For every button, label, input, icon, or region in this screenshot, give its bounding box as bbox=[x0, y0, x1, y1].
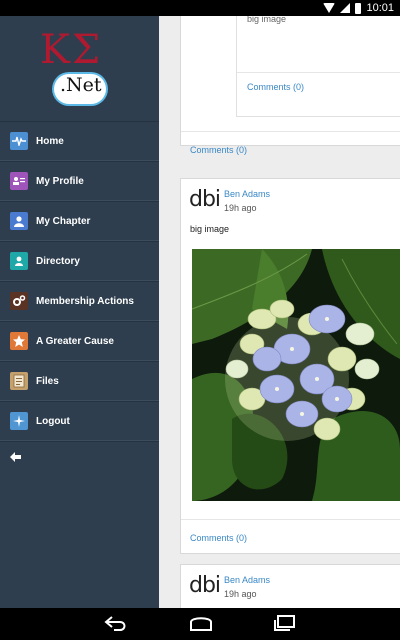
sidebar-item-label: My Chapter bbox=[36, 215, 91, 227]
recent-apps-button[interactable] bbox=[274, 614, 296, 637]
arrow-left-icon bbox=[10, 452, 21, 462]
sidebar: ΚΣ .Net Home My Profile My Chapter Direc… bbox=[0, 16, 159, 608]
home-button[interactable] bbox=[188, 614, 214, 637]
post-image[interactable] bbox=[192, 249, 400, 501]
person-icon bbox=[10, 212, 28, 230]
logo-letters: ΚΣ bbox=[40, 27, 103, 73]
system-navigation-bar bbox=[0, 608, 400, 640]
logo-subtitle: .Net bbox=[60, 74, 102, 96]
sidebar-item-a-greater-cause[interactable]: A Greater Cause bbox=[0, 321, 159, 361]
sidebar-menu: Home My Profile My Chapter Directory Mem… bbox=[0, 121, 159, 472]
pulse-icon bbox=[10, 132, 28, 150]
sidebar-item-my-chapter[interactable]: My Chapter bbox=[0, 201, 159, 241]
post-author[interactable]: Ben Adams bbox=[224, 575, 270, 585]
sidebar-item-directory[interactable]: Directory bbox=[0, 241, 159, 281]
sidebar-item-label: Membership Actions bbox=[36, 295, 134, 307]
comments-link[interactable]: Comments (0) bbox=[190, 145, 247, 155]
sidebar-item-files[interactable]: Files bbox=[0, 361, 159, 401]
post-card: dbi Ben Adams 19h ago bbox=[180, 564, 400, 608]
shared-post-text: big image bbox=[247, 16, 287, 24]
collapse-menu-button[interactable] bbox=[0, 441, 159, 472]
back-icon bbox=[104, 616, 126, 631]
sidebar-item-label: Logout bbox=[36, 415, 70, 427]
battery-icon bbox=[355, 2, 362, 14]
avatar[interactable]: dbi bbox=[189, 575, 221, 597]
sidebar-item-label: My Profile bbox=[36, 175, 84, 187]
avatar[interactable]: dbi bbox=[189, 189, 221, 211]
sidebar-item-label: A Greater Cause bbox=[36, 335, 114, 347]
home-icon bbox=[190, 617, 212, 631]
profile-card-icon bbox=[10, 172, 28, 190]
app-logo: ΚΣ .Net bbox=[0, 16, 159, 120]
status-bar: 10:01 bbox=[0, 0, 400, 16]
nested-comments-link[interactable]: Comments (0) bbox=[247, 82, 304, 92]
post-time: 19h ago bbox=[224, 203, 257, 213]
sidebar-item-my-profile[interactable]: My Profile bbox=[0, 161, 159, 201]
comments-link[interactable]: Comments (0) bbox=[190, 533, 247, 543]
directory-icon bbox=[10, 252, 28, 270]
sidebar-item-label: Files bbox=[36, 375, 59, 387]
gears-icon bbox=[10, 292, 28, 310]
shared-post-card: big image Comments (0) bbox=[236, 16, 400, 117]
sidebar-item-logout[interactable]: Logout bbox=[0, 401, 159, 441]
document-icon bbox=[10, 372, 28, 390]
post-time: 19h ago bbox=[224, 589, 257, 599]
post-author[interactable]: Ben Adams bbox=[224, 189, 270, 199]
back-button[interactable] bbox=[104, 614, 128, 637]
sidebar-item-home[interactable]: Home bbox=[0, 121, 159, 161]
recent-apps-icon bbox=[274, 615, 295, 631]
compass-icon bbox=[10, 412, 28, 430]
sidebar-item-label: Home bbox=[36, 135, 64, 147]
wifi-icon bbox=[323, 3, 336, 13]
post-card: big image Comments (0) Comments (0) bbox=[180, 16, 400, 155]
star-person-icon bbox=[10, 332, 28, 350]
signal-icon bbox=[340, 3, 351, 13]
sidebar-item-membership-actions[interactable]: Membership Actions bbox=[0, 281, 159, 321]
sidebar-item-label: Directory bbox=[36, 255, 80, 267]
status-time: 10:01 bbox=[366, 2, 394, 14]
post-text: big image bbox=[190, 224, 230, 234]
